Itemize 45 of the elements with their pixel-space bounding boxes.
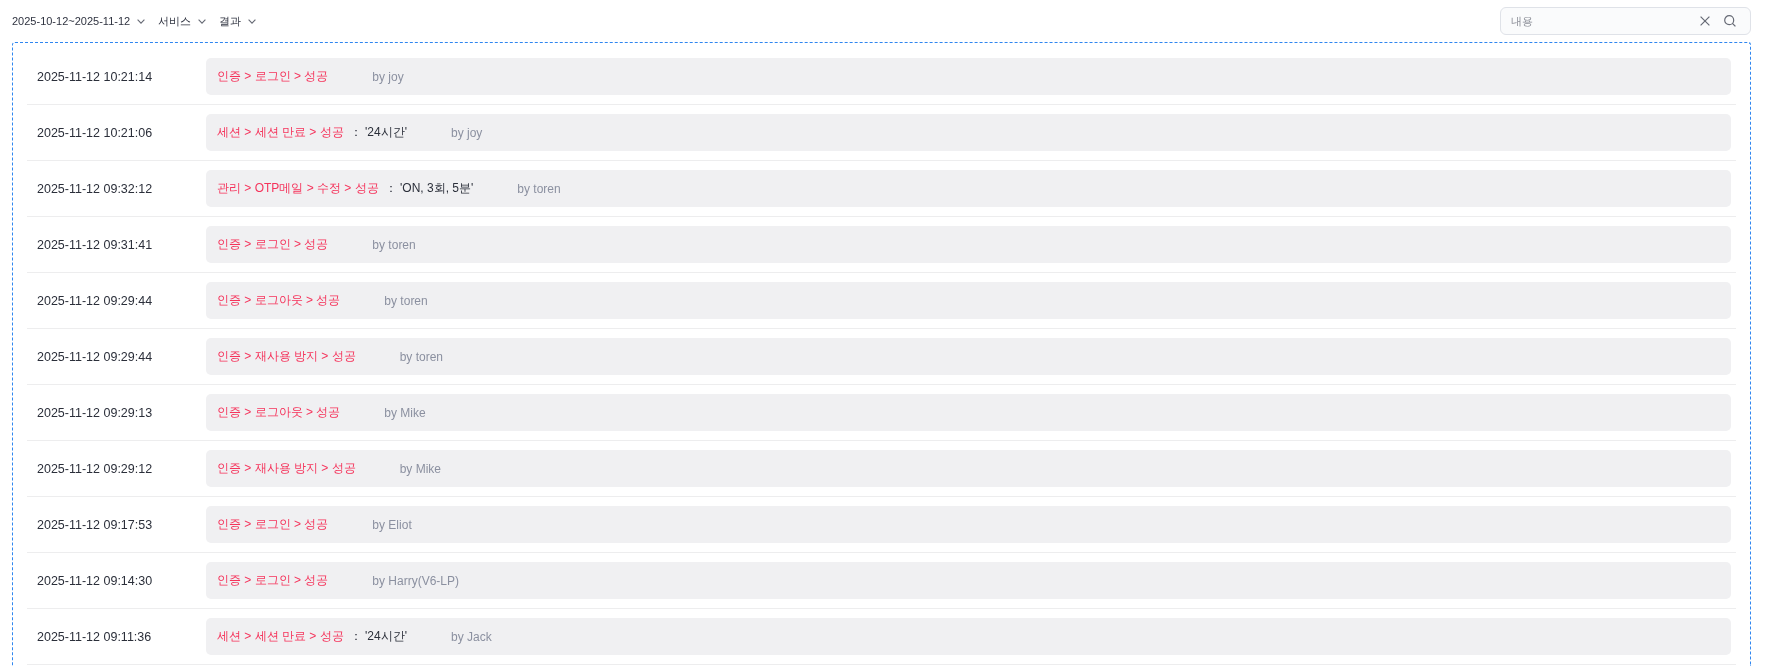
- log-action: 인증 > 로그인 > 성공: [217, 516, 329, 533]
- search-field[interactable]: 내용: [1500, 7, 1751, 35]
- log-user: by joy: [372, 69, 404, 84]
- log-user: by Harry(V6-LP): [372, 573, 460, 588]
- log-action: 관리 > OTP메일 > 수정 > 성공: [217, 180, 379, 197]
- log-detail: ： '24시간': [349, 628, 407, 645]
- log-user: by Eliot: [372, 517, 412, 532]
- log-time: 2025-11-12 09:11:36: [36, 629, 153, 644]
- log-time: 2025-11-12 09:17:53: [36, 517, 154, 532]
- log-time: 2025-11-12 09:29:13: [36, 405, 154, 420]
- log-action: 인증 > 로그인 > 성공: [217, 572, 329, 589]
- log-user: by Mike: [399, 461, 442, 476]
- log-time: 2025-11-12 09:14:30: [36, 573, 154, 588]
- log-user: by Mike: [384, 405, 426, 420]
- log-user: by toren: [372, 237, 416, 252]
- log-time: 2025-11-12 10:21:06: [36, 125, 154, 140]
- log-action: 인증 > 재사용 방지 > 성공: [217, 348, 356, 365]
- log-user: by toren: [517, 181, 561, 196]
- log-action: 인증 > 로그아웃 > 성공: [217, 404, 341, 421]
- log-action: 세션 > 세션 만료 > 성공: [217, 124, 344, 141]
- log-time: 2025-11-12 09:32:12: [36, 181, 154, 196]
- log-time: 2025-11-12 09:31:41: [36, 237, 154, 252]
- log-user: by joy: [450, 125, 483, 140]
- filter-dropdown[interactable]: 서비스: [158, 13, 207, 29]
- log-action: 세션 > 세션 만료 > 성공: [217, 628, 344, 645]
- log-action: 인증 > 로그인 > 성공: [217, 68, 329, 85]
- close-icon[interactable]: [1700, 16, 1710, 26]
- filter-dropdown[interactable]: 결과: [219, 13, 257, 29]
- chevron-down-icon: [248, 18, 257, 24]
- log-time: 2025-11-12 09:29:44: [36, 293, 154, 308]
- log-user: by toren: [384, 293, 428, 308]
- log-time: 2025-11-12 09:29:44: [36, 349, 154, 364]
- search-icon[interactable]: [1724, 15, 1736, 27]
- log-detail: ： '24시간': [349, 124, 407, 141]
- log-user: by toren: [399, 349, 444, 364]
- log-action: 인증 > 로그인 > 성공: [217, 236, 329, 253]
- log-user: by Jack: [450, 629, 492, 644]
- filter-dropdown[interactable]: 2025-10-12~2025-11-12: [12, 15, 146, 27]
- log-action: 인증 > 로그아웃 > 성공: [217, 292, 341, 309]
- log-time: 2025-11-12 10:21:14: [36, 69, 154, 84]
- chevron-down-icon: [198, 18, 207, 24]
- log-detail: ： 'ON, 3회, 5분': [384, 180, 474, 197]
- log-time: 2025-11-12 09:29:12: [36, 461, 154, 476]
- log-action: 인증 > 재사용 방지 > 성공: [217, 460, 356, 477]
- chevron-down-icon: [137, 18, 146, 24]
